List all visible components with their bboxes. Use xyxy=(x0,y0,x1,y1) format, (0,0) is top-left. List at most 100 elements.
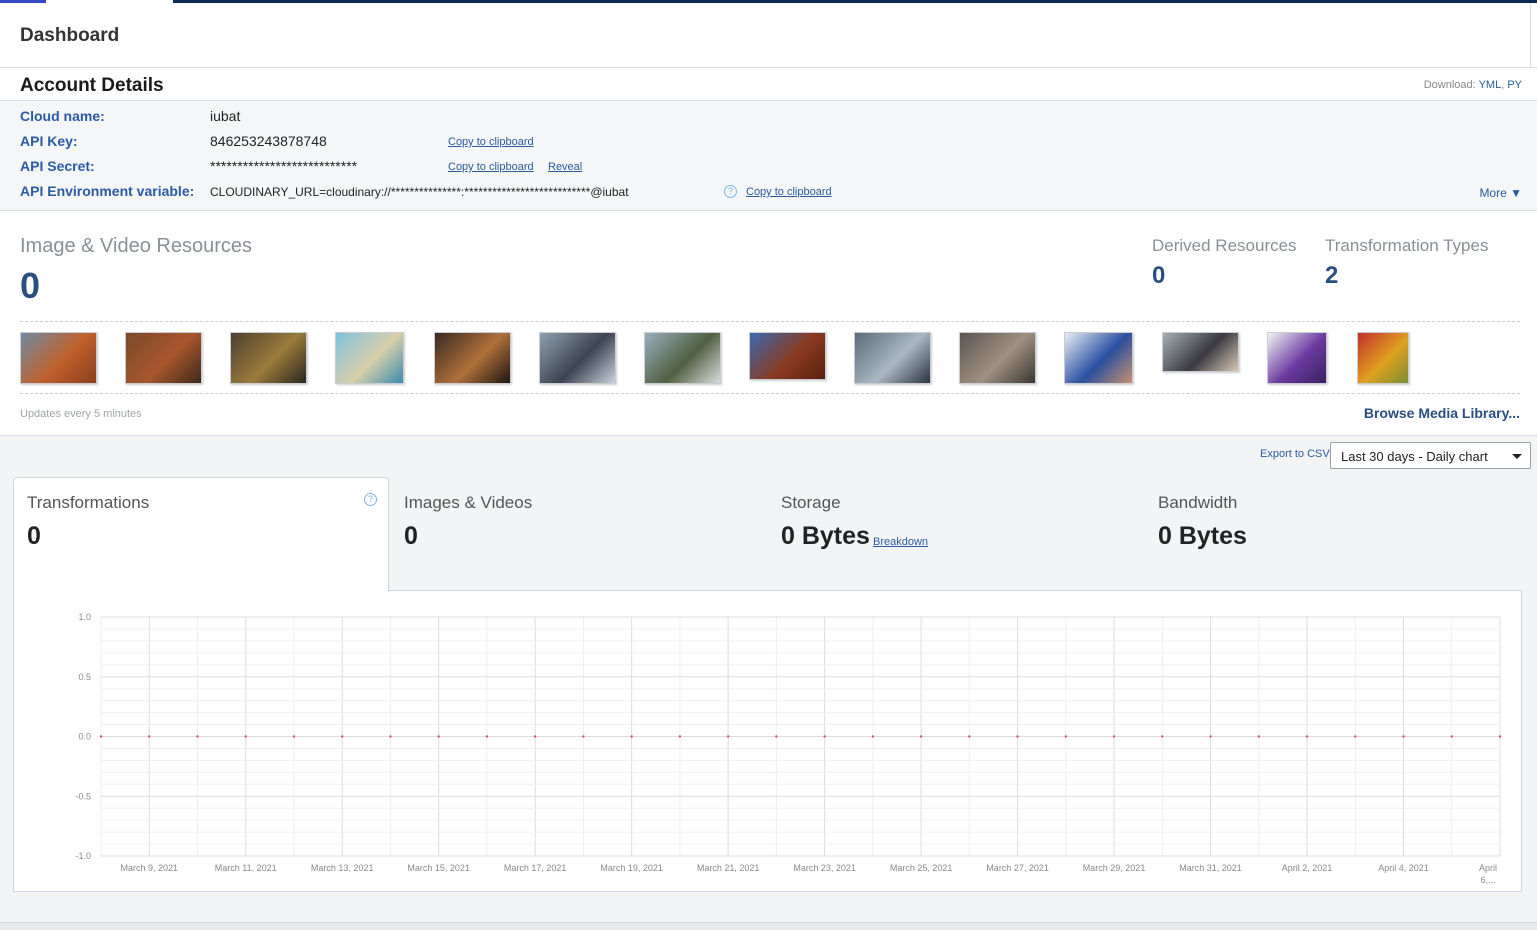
thumbnail-runner[interactable] xyxy=(749,332,826,380)
transformations-help-icon[interactable]: ? xyxy=(364,493,377,506)
usage-chart: 1.0 0.5 0.0 -0.5 -1.0 March 9, 2021 March 11, … xyxy=(75,612,1502,885)
tab-images-videos-label[interactable]: Images & Videos xyxy=(404,493,532,513)
chart-point xyxy=(630,735,633,738)
thumbnail-bag[interactable] xyxy=(20,332,97,384)
download-links: Download: YML, PY xyxy=(1424,79,1522,91)
api-secret-value: *************************** xyxy=(210,158,358,174)
download-py-link[interactable]: PY xyxy=(1507,79,1522,91)
chevron-down-icon xyxy=(1512,454,1522,459)
chart-x-tick-label: March 25, 2021 xyxy=(890,863,953,873)
resources-panel: Image & Video Resources 0 Derived Resour… xyxy=(0,211,1537,436)
chart-y-tick-label: 0.5 xyxy=(78,672,91,682)
chart-x-tick-label: March 19, 2021 xyxy=(600,863,663,873)
chart-x-tick-label: April 2, 2021 xyxy=(1282,863,1333,873)
chart-point xyxy=(437,735,440,738)
chart-x-tick-label: March 31, 2021 xyxy=(1179,863,1242,873)
updates-note: Updates every 5 minutes xyxy=(20,408,142,420)
chart-point xyxy=(1498,735,1502,738)
chart-point xyxy=(341,735,344,738)
chart-point xyxy=(389,735,392,738)
chart-x-tick-label: April 4, 2021 xyxy=(1378,863,1429,873)
thumbnail-group-photo[interactable] xyxy=(854,332,931,384)
footer-strip xyxy=(0,922,1537,930)
api-secret-reveal-link[interactable]: Reveal xyxy=(548,161,582,173)
download-label: Download: xyxy=(1423,79,1476,91)
thumbnail-spices[interactable] xyxy=(1357,332,1409,384)
browse-media-library-link[interactable]: Browse Media Library... xyxy=(1364,405,1520,421)
account-details-panel: Account Details Download: YML, PY Cloud … xyxy=(0,68,1537,211)
tab-images-videos-value: 0 xyxy=(404,522,418,550)
chart-point xyxy=(1209,735,1212,738)
header-divider xyxy=(1530,3,1531,67)
chart-point xyxy=(726,735,730,738)
chart-point xyxy=(919,735,923,738)
thumbnail-mountain-valley[interactable] xyxy=(644,332,721,384)
date-range-value: Last 30 days - Daily chart xyxy=(1341,449,1488,464)
export-csv-link[interactable]: Export to CSV xyxy=(1260,448,1330,460)
tab-bandwidth-value: 0 Bytes xyxy=(1158,522,1247,550)
thumbnail-dogs[interactable] xyxy=(434,332,511,384)
chart-point xyxy=(1450,735,1453,738)
transformation-types-label: Transformation Types xyxy=(1325,236,1489,255)
chart-y-tick-label: 1.0 xyxy=(78,612,91,622)
cloud-name-label: Cloud name: xyxy=(20,108,105,124)
thumbnail-beach[interactable] xyxy=(335,332,404,384)
chart-x-tick-label-last: April xyxy=(1479,863,1497,873)
env-variable-copy-link[interactable]: Copy to clipboard xyxy=(746,186,832,198)
chart-point xyxy=(244,735,247,738)
chart-point xyxy=(533,735,537,738)
api-key-value: 846253243878748 xyxy=(210,133,327,149)
help-icon[interactable]: ? xyxy=(724,185,737,198)
chart-x-tick-label: March 17, 2021 xyxy=(504,863,567,873)
chart-x-tick-label: March 9, 2021 xyxy=(120,863,178,873)
thumbnail-crowd-panorama[interactable] xyxy=(1162,332,1239,372)
chart-point xyxy=(1064,735,1068,738)
tab-storage-label[interactable]: Storage xyxy=(781,493,841,513)
chart-point xyxy=(1305,735,1309,738)
chart-point xyxy=(871,735,875,738)
download-yml-link[interactable]: YML xyxy=(1479,79,1502,91)
chart-point xyxy=(1016,735,1019,738)
thumbnail-child-snow[interactable] xyxy=(1064,332,1133,384)
transformation-types-count: 2 xyxy=(1325,262,1339,289)
chart-point xyxy=(99,735,103,738)
thumbnail-street-sign[interactable] xyxy=(539,332,616,384)
chart-point xyxy=(775,735,778,738)
page-header: Dashboard xyxy=(0,3,1537,68)
cloud-name-value: iubat xyxy=(210,108,241,124)
chart-x-tick-label: March 23, 2021 xyxy=(793,863,856,873)
chart-x-tick-label: March 11, 2021 xyxy=(215,863,277,873)
storage-breakdown-link[interactable]: Breakdown xyxy=(873,536,928,548)
resources-count: 0 xyxy=(20,265,41,306)
chart-point xyxy=(196,735,199,738)
thumbnail-woman-autumn[interactable] xyxy=(125,332,202,384)
chart-x-tick-label: March 21, 2021 xyxy=(697,863,760,873)
chart-point xyxy=(1257,735,1260,738)
tab-transformations-value: 0 xyxy=(27,522,41,550)
chart-x-tick-label-last: 6,... xyxy=(1480,875,1495,885)
chart-point xyxy=(968,735,971,738)
more-toggle[interactable]: More ▼ xyxy=(1479,186,1522,200)
api-key-copy-link[interactable]: Copy to clipboard xyxy=(448,136,534,148)
api-secret-label: API Secret: xyxy=(20,158,95,174)
api-secret-copy-link[interactable]: Copy to clipboard xyxy=(448,161,534,173)
tab-bandwidth-label[interactable]: Bandwidth xyxy=(1158,493,1237,513)
download-separator: , xyxy=(1501,79,1505,91)
chart-point xyxy=(1161,735,1164,738)
date-range-select[interactable]: Last 30 days - Daily chart xyxy=(1330,442,1531,469)
chart-y-tick-label: -0.5 xyxy=(75,791,91,801)
resources-label: Image & Video Resources xyxy=(20,235,252,257)
thumbnail-street-men[interactable] xyxy=(230,332,307,384)
chart-point xyxy=(148,735,151,738)
chart-point xyxy=(485,735,489,738)
chart-x-tick-label: March 15, 2021 xyxy=(407,863,470,873)
thumbnail-divider-top xyxy=(20,321,1520,322)
api-key-label: API Key: xyxy=(20,133,78,149)
chart-y-tick-label: -1.0 xyxy=(75,851,91,861)
thumbnail-sneakers[interactable] xyxy=(1267,332,1327,384)
chart-x-tick-label: March 27, 2021 xyxy=(986,863,1049,873)
usage-stats-section: Export to CSV Last 30 days - Daily chart… xyxy=(0,436,1537,930)
chart-y-tick-label: 0.0 xyxy=(78,732,91,742)
account-details-header: Account Details Download: YML, PY xyxy=(0,68,1537,101)
thumbnail-flatlay[interactable] xyxy=(959,332,1036,384)
